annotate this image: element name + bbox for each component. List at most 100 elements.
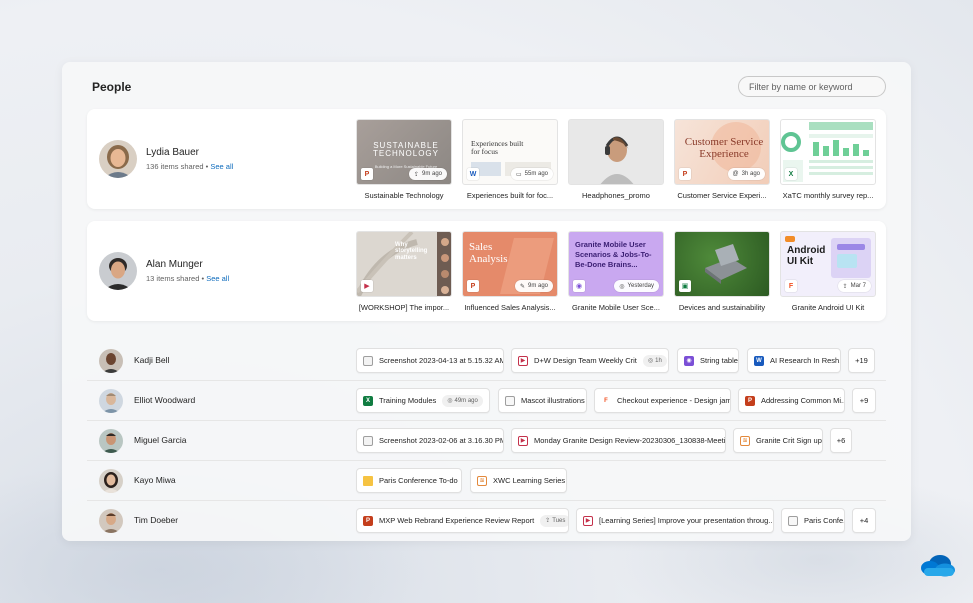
powerpoint-icon: P (361, 168, 373, 180)
more-files-button[interactable]: +4 (852, 508, 876, 533)
file-card[interactable]: Why storytelling matters ▶ [WORKSHOP] Th… (356, 231, 452, 312)
see-all-link[interactable]: See all (206, 274, 229, 283)
file-chip[interactable]: ▶ D+W Design Team Weekly Crit ◎ 1h (511, 348, 669, 373)
badge-text: 1h (655, 357, 662, 364)
share-icon: ⇪ (413, 171, 419, 178)
file-chip[interactable]: ≋ Granite Crit Sign up (733, 428, 823, 453)
person-card-lydia-bauer[interactable]: Lydia Bauer 136 items shared • See all S… (87, 109, 886, 209)
person-row-tim-doeber[interactable]: Tim Doeber P MXP Web Rebrand Experience R… (87, 501, 886, 541)
page-title: People (92, 80, 132, 94)
person-name[interactable]: Miguel Garcia (134, 435, 186, 445)
file-chip[interactable]: P MXP Web Rebrand Experience Review Repor… (356, 508, 569, 533)
filter-input[interactable] (738, 76, 886, 97)
person-name[interactable]: Tim Doeber (134, 515, 178, 525)
badge-text: 3h ago (741, 171, 760, 177)
person-name[interactable]: Alan Munger (146, 259, 203, 270)
mention-icon: @ (732, 171, 739, 177)
file-card[interactable]: Headphones_promo (568, 119, 664, 200)
view-icon: ◎ (447, 398, 453, 404)
file-caption[interactable]: XaTC monthly survey rep... (780, 191, 876, 200)
meta-separator: • (205, 162, 209, 171)
file-card[interactable]: Granite Mobile User Scenarios & Jobs-To-… (568, 231, 664, 312)
items-shared-count: 136 items shared (146, 162, 204, 171)
activity-badge: ◎ 1h (642, 354, 667, 367)
file-card[interactable]: Customer Service Experience P @3h ago Cu… (674, 119, 770, 200)
file-card[interactable]: X XaTC monthly survey rep... (780, 119, 876, 200)
file-label: XWC Learning Series (493, 476, 566, 485)
file-caption[interactable]: Sustainable Technology (356, 191, 452, 200)
file-chip[interactable]: X Training Modules ◎ 49m ago (356, 388, 490, 413)
video-file-icon: ▶ (518, 435, 528, 446)
powerpoint-icon: P (679, 168, 691, 180)
person-name[interactable]: Elliot Woodward (134, 395, 195, 405)
thumb-title: Sales Analysis (469, 241, 508, 265)
avatar[interactable] (99, 509, 123, 533)
file-chip[interactable]: Paris Confe... (781, 508, 845, 533)
file-caption[interactable]: Experiences built for foc... (462, 191, 558, 200)
headphones-photo (600, 136, 634, 184)
xwc-file-icon: ≋ (740, 435, 750, 446)
file-label: Mascot illustrations (521, 396, 585, 405)
folder-icon (363, 475, 373, 486)
file-chip[interactable]: ◉ String table (677, 348, 739, 373)
file-chip[interactable]: Mascot illustrations (498, 388, 587, 413)
avatar[interactable] (99, 429, 123, 453)
person-meta: 136 items shared • See all (146, 162, 233, 171)
image-file-icon (363, 355, 373, 366)
activity-badge: ◎ Yesterday (614, 280, 659, 292)
file-caption[interactable]: Granite Android UI Kit (780, 303, 876, 312)
file-thumbnail (568, 119, 664, 185)
file-caption[interactable]: Headphones_promo (568, 191, 664, 200)
badge-text: Yesterday (627, 283, 654, 289)
person-row-kadji-bell[interactable]: Kadji Bell Screenshot 2023-04-13 at 5.15… (87, 341, 886, 381)
file-thumbnail: Customer Service Experience P @3h ago (674, 119, 770, 185)
file-card[interactable]: Sales Analysis P ✎ 9m ago Influenced Sale… (462, 231, 558, 312)
badge-text: 55m ago (524, 171, 548, 177)
file-label: Screenshot 2023-04-13 at 5.15.32 AM (379, 356, 504, 365)
avatar[interactable] (99, 349, 123, 373)
person-name[interactable]: Kayo Miwa (134, 475, 176, 485)
more-files-button[interactable]: +6 (830, 428, 852, 453)
file-caption[interactable]: Customer Service Experi... (674, 191, 770, 200)
person-row-kayo-miwa[interactable]: Kayo Miwa Paris Conference To-do ≋ XWC Le… (87, 461, 886, 501)
file-card[interactable]: ▣ Devices and sustainability (674, 231, 770, 312)
person-row-elliot-woodward[interactable]: Elliot Woodward X Training Modules ◎ 49m ag… (87, 381, 886, 421)
more-files-button[interactable]: +19 (848, 348, 875, 373)
file-chip[interactable]: Paris Conference To-do (356, 468, 462, 493)
figma-file-icon: F (601, 395, 611, 406)
file-chip[interactable]: Screenshot 2023-02-06 at 3.16.30 PM (356, 428, 504, 453)
person-card-alan-munger[interactable]: Alan Munger 13 items shared • See all Wh… (87, 221, 886, 321)
file-caption[interactable]: Devices and sustainability (674, 303, 770, 312)
video-file-icon: ▶ (583, 515, 593, 526)
file-label: Checkout experience - Design jam (617, 396, 731, 405)
file-chip[interactable]: W AI Research In Resh... (747, 348, 841, 373)
file-caption[interactable]: Influenced Sales Analysis... (462, 303, 558, 312)
file-chip[interactable]: F Checkout experience - Design jam (594, 388, 731, 413)
file-chip[interactable]: ▶ [Learning Series] Improve your presenta… (576, 508, 774, 533)
avatar[interactable] (99, 252, 137, 290)
avatar[interactable] (99, 389, 123, 413)
file-card[interactable]: Experiences built for focus W ▭ 55m ago E… (462, 119, 558, 200)
person-row-miguel-garcia[interactable]: Miguel Garcia Screenshot 2023-02-06 at 3… (87, 421, 886, 461)
view-icon: ◎ (647, 358, 654, 364)
activity-badge: ◎ 49m ago (442, 394, 483, 407)
file-card[interactable]: Android UI Kit F ⇪ Mar 7 Granite Android … (780, 231, 876, 312)
file-caption[interactable]: Granite Mobile User Sce... (568, 303, 664, 312)
file-card[interactable]: SUSTAINABLE TECHNOLOGY Building a More S… (356, 119, 452, 200)
more-files-button[interactable]: +9 (852, 388, 876, 413)
activity-badge: ✎ 9m ago (514, 280, 553, 292)
word-icon: W (467, 168, 479, 180)
file-chip[interactable]: P Addressing Common Mi... (738, 388, 845, 413)
see-all-link[interactable]: See all (210, 162, 233, 171)
person-name[interactable]: Lydia Bauer (146, 147, 199, 158)
badge-text: 9m ago (421, 171, 442, 177)
avatar[interactable] (99, 140, 137, 178)
person-meta: 13 items shared • See all (146, 274, 229, 283)
person-name[interactable]: Kadji Bell (134, 355, 169, 365)
avatar[interactable] (99, 469, 123, 493)
file-caption[interactable]: [WORKSHOP] The impor... (356, 303, 452, 312)
comment-icon: ▭ (515, 171, 522, 178)
file-chip[interactable]: Screenshot 2023-04-13 at 5.15.32 AM (356, 348, 504, 373)
file-chip[interactable]: ▶ Monday Granite Design Review-20230306_1… (511, 428, 726, 453)
file-chip[interactable]: ≋ XWC Learning Series (470, 468, 567, 493)
